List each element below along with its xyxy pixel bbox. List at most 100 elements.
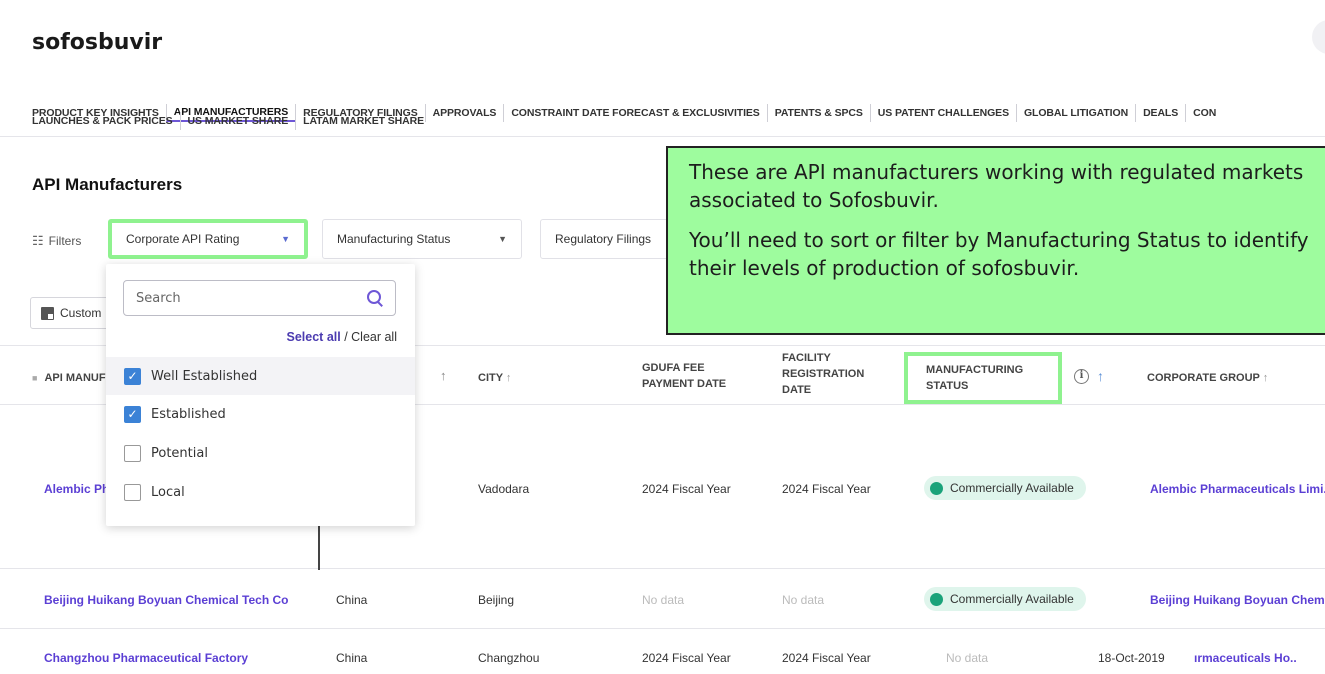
customize-label: Custom bbox=[60, 306, 102, 320]
annotation-callout: These are API manufacturers working with… bbox=[666, 146, 1325, 335]
corporate-group-link[interactable]: Alembic Pharmaceuticals Limi.. bbox=[1150, 482, 1325, 496]
status-dot-icon bbox=[930, 592, 943, 606]
status-badge-label: Commercially Available bbox=[950, 481, 1074, 495]
gdufa-cell: 2024 Fiscal Year bbox=[642, 482, 731, 496]
corporate-api-rating-label: Corporate API Rating bbox=[126, 232, 240, 246]
option-label: Well Established bbox=[151, 368, 258, 384]
corporate-group-link[interactable]: ırmaceuticals Ho.. bbox=[1194, 651, 1297, 665]
th-mfg-line2: STATUS bbox=[926, 380, 969, 392]
country-cell: China bbox=[336, 593, 368, 607]
select-clear-links: Select all / Clear all bbox=[287, 330, 397, 344]
nav-divider bbox=[0, 136, 1325, 137]
regulatory-filings-label: Regulatory Filings bbox=[555, 232, 652, 246]
th-gdufa-line2: PAYMENT DATE bbox=[642, 378, 727, 390]
tab-us-market-share[interactable]: US MARKET SHARE bbox=[179, 112, 296, 130]
checkbox-icon[interactable] bbox=[124, 483, 141, 501]
corporate-group-link[interactable]: Beijing Huikang Boyuan Chem.. bbox=[1150, 593, 1325, 607]
th-gdufa-fee[interactable]: GDUFA FEE PAYMENT DATE bbox=[642, 360, 726, 392]
info-icon[interactable]: i bbox=[1074, 368, 1089, 384]
manufacturing-status-select[interactable]: Manufacturing Status ▼ bbox=[322, 219, 522, 259]
status-badge: Commercially Available bbox=[924, 587, 1086, 611]
caret-down-icon: ▼ bbox=[498, 234, 507, 244]
option-local[interactable]: Local bbox=[106, 473, 415, 511]
option-label: Established bbox=[151, 406, 226, 422]
sort-up-icon[interactable]: ↑ bbox=[440, 368, 447, 384]
th-api-manufacturer[interactable]: ■ API MANUF bbox=[32, 370, 106, 386]
table-row: Changzhou Pharmaceutical Factory China C… bbox=[0, 629, 1325, 674]
th-facility-line1: FACILITY bbox=[782, 352, 831, 364]
option-potential[interactable]: Potential bbox=[106, 434, 415, 472]
manufacturer-link[interactable]: Beijing Huikang Boyuan Chemical Tech Co bbox=[44, 593, 288, 607]
corporate-api-rating-dropdown: Select all / Clear all ✓ Well Establishe… bbox=[106, 264, 415, 526]
checkbox-checked-icon[interactable]: ✓ bbox=[124, 405, 141, 423]
link-separator: / bbox=[340, 330, 352, 344]
caret-down-icon: ▼ bbox=[281, 234, 290, 244]
th-city-label: CITY bbox=[478, 372, 503, 384]
manufacturer-link[interactable]: Alembic Ph bbox=[44, 482, 109, 496]
checkbox-checked-icon[interactable]: ✓ bbox=[124, 367, 141, 385]
customize-button[interactable]: Custom bbox=[30, 297, 112, 329]
status-dot-icon bbox=[930, 481, 943, 495]
date-cell: 18-Oct-2019 bbox=[1098, 651, 1165, 665]
tab-launches-pack-prices[interactable]: LAUNCHES & PACK PRICES bbox=[32, 112, 180, 130]
th-city[interactable]: CITY ↑ bbox=[478, 370, 511, 386]
th-corporate-group[interactable]: CORPORATE GROUP ↑ bbox=[1147, 370, 1268, 386]
city-cell: Beijing bbox=[478, 593, 515, 607]
checkbox-icon[interactable] bbox=[124, 444, 141, 462]
filters-text: Filters bbox=[48, 234, 82, 248]
callout-line-1: These are API manufacturers working with… bbox=[689, 160, 1304, 212]
lock-icon: ■ bbox=[32, 373, 38, 383]
sort-up-icon: ↑ bbox=[505, 372, 512, 384]
tab-deals[interactable]: DEALS bbox=[1135, 104, 1185, 122]
manufacturing-status-label: Manufacturing Status bbox=[337, 232, 451, 246]
th-api-manufacturer-label: API MANUF bbox=[44, 372, 106, 384]
manufacturer-link[interactable]: Changzhou Pharmaceutical Factory bbox=[44, 651, 248, 665]
tab-global-litigation[interactable]: GLOBAL LITIGATION bbox=[1015, 104, 1135, 122]
columns-icon bbox=[41, 306, 54, 320]
avatar[interactable] bbox=[1312, 20, 1325, 54]
tab-constraint-date-forecast[interactable]: CONSTRAINT DATE FORECAST & EXCLUSIVITIES bbox=[503, 104, 766, 122]
facility-cell: No data bbox=[782, 593, 825, 607]
status-badge: Commercially Available bbox=[924, 476, 1086, 500]
filters-label[interactable]: ☷ Filters bbox=[32, 233, 81, 249]
gdufa-cell: 2024 Fiscal Year bbox=[642, 651, 731, 665]
th-gdufa-line1: GDUFA FEE bbox=[642, 362, 705, 374]
facility-cell: 2024 Fiscal Year bbox=[782, 651, 871, 665]
sort-up-icon[interactable]: ↑ bbox=[1097, 368, 1104, 384]
status-badge-label: Commercially Available bbox=[950, 592, 1074, 606]
select-all-link[interactable]: Select all bbox=[287, 330, 341, 344]
search-input[interactable] bbox=[136, 290, 336, 306]
city-cell: Vadodara bbox=[478, 482, 530, 496]
tab-patents-spcs[interactable]: PATENTS & SPCS bbox=[766, 104, 870, 122]
sliders-icon: ☷ bbox=[32, 233, 44, 248]
city-cell: Changzhou bbox=[478, 651, 540, 665]
th-facility-line3: DATE bbox=[782, 384, 812, 396]
th-facility-registration[interactable]: FACILITY REGISTRATION DATE bbox=[782, 350, 864, 398]
callout-line-2: You’ll need to sort or filter by Manufac… bbox=[689, 228, 1309, 280]
search-icon[interactable] bbox=[367, 290, 383, 306]
secondary-nav: LAUNCHES & PACK PRICES US MARKET SHARE L… bbox=[32, 112, 431, 130]
table-row: Beijing Huikang Boyuan Chemical Tech Co … bbox=[0, 569, 1325, 629]
sort-up-icon: ↑ bbox=[1262, 372, 1269, 384]
corporate-api-rating-select[interactable]: Corporate API Rating ▼ bbox=[108, 219, 308, 259]
gdufa-cell: No data bbox=[642, 593, 685, 607]
option-well-established[interactable]: ✓ Well Established bbox=[106, 357, 415, 395]
clear-all-link[interactable]: Clear all bbox=[351, 330, 397, 344]
facility-cell: 2024 Fiscal Year bbox=[782, 482, 871, 496]
option-label: Local bbox=[151, 484, 185, 500]
th-corporate-group-label: CORPORATE GROUP bbox=[1147, 372, 1260, 384]
dropdown-search[interactable] bbox=[123, 280, 396, 316]
th-facility-line2: REGISTRATION bbox=[782, 368, 865, 380]
th-mfg-line1: MANUFACTURING bbox=[926, 364, 1024, 376]
status-cell: No data bbox=[946, 651, 989, 665]
option-established[interactable]: ✓ Established bbox=[106, 395, 415, 433]
tab-latam-market-share[interactable]: LATAM MARKET SHARE bbox=[295, 112, 431, 130]
regulatory-filings-select[interactable]: Regulatory Filings bbox=[540, 219, 680, 259]
tab-con[interactable]: CON bbox=[1185, 104, 1223, 122]
page: sofosbuvir PRODUCT KEY INSIGHTS API MANU… bbox=[0, 0, 1325, 674]
tab-us-patent-challenges[interactable]: US PATENT CHALLENGES bbox=[869, 104, 1016, 122]
tab-approvals[interactable]: APPROVALS bbox=[424, 104, 504, 122]
th-info-sort[interactable]: i ↑ bbox=[1074, 368, 1104, 384]
option-label: Potential bbox=[151, 445, 208, 461]
th-manufacturing-status[interactable]: MANUFACTURING STATUS bbox=[904, 352, 1062, 404]
